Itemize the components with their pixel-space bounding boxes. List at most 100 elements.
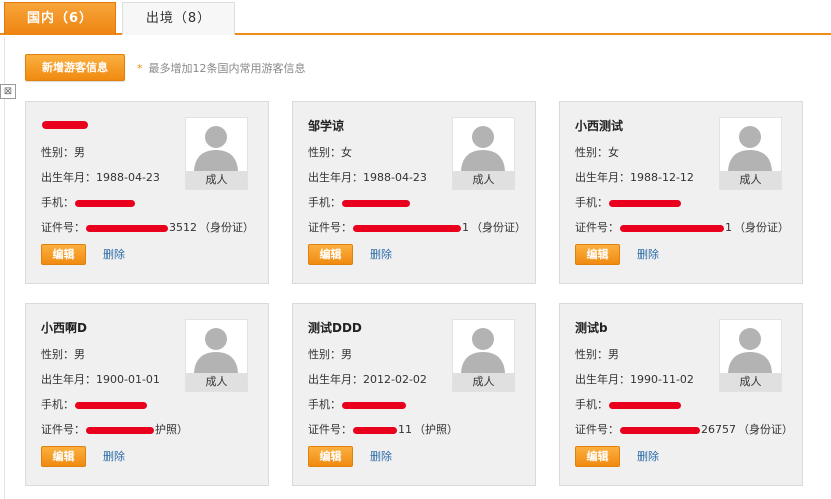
id-row: 证件号： 3512 （身份证） — [41, 219, 254, 235]
birth-label: 出生年月： — [308, 171, 363, 184]
delete-link[interactable]: 删除 — [370, 448, 392, 464]
id-type: （身份证） — [199, 221, 254, 234]
birth-value: 1988-04-23 — [96, 171, 160, 184]
traveler-name: 小西啊D — [41, 321, 87, 335]
birth-label: 出生年月： — [575, 171, 630, 184]
birth-row: 出生年月：1900-01-01 — [41, 371, 160, 387]
gender-label: 性别： — [41, 348, 74, 361]
traveler-card: 小西啊D 性别：男 出生年月：1900-01-01 手机： 证件号： 护照） 成人… — [25, 303, 269, 486]
gender-row: 性别：男 — [41, 144, 85, 160]
collapse-icon[interactable]: ⊠ — [0, 84, 16, 99]
id-label: 证件号： — [575, 221, 619, 234]
phone-label: 手机： — [41, 398, 74, 411]
phone-row: 手机： — [308, 194, 411, 210]
gender-row: 性别：男 — [308, 346, 352, 362]
birth-row: 出生年月：1988-04-23 — [308, 169, 427, 185]
traveler-card: 邹学谅 性别：女 出生年月：1988-04-23 手机： 证件号： 1 （身份证） … — [292, 101, 536, 284]
gender-row: 性别：女 — [308, 144, 352, 160]
avatar: 成人 — [719, 319, 782, 392]
name-redaction-mark — [42, 120, 88, 129]
tab-domestic[interactable]: 国内（6） — [4, 2, 116, 35]
tab-overseas[interactable]: 出境（8） — [122, 2, 235, 35]
gender-label: 性别： — [575, 348, 608, 361]
id-redaction-mark — [86, 224, 168, 232]
edit-button[interactable]: 编辑 — [41, 446, 86, 467]
traveler-card: 性别：男 出生年月：1988-04-23 手机： 证件号： 3512 （身份证） 成… — [25, 101, 269, 284]
id-value: 1 — [462, 221, 469, 234]
id-label: 证件号： — [308, 423, 352, 436]
person-icon — [728, 328, 772, 375]
id-row: 证件号： 11 （护照） — [308, 421, 458, 437]
passenger-type-label: 成人 — [186, 373, 247, 391]
id-row: 证件号： 护照） — [41, 421, 188, 437]
gender-row: 性别：男 — [41, 346, 85, 362]
person-icon — [194, 328, 238, 375]
birth-label: 出生年月： — [575, 373, 630, 386]
birth-value: 1988-12-12 — [630, 171, 694, 184]
id-type: （身份证） — [734, 221, 789, 234]
birth-value: 2012-02-02 — [363, 373, 427, 386]
traveler-name: 测试b — [575, 321, 608, 335]
edit-button[interactable]: 编辑 — [575, 446, 620, 467]
delete-link[interactable]: 删除 — [103, 448, 125, 464]
add-traveler-button[interactable]: 新增游客信息 — [25, 54, 125, 81]
phone-row: 手机： — [575, 396, 682, 412]
person-icon — [194, 126, 238, 173]
phone-label: 手机： — [308, 398, 341, 411]
phone-redaction-mark — [609, 401, 681, 409]
gender-value: 女 — [341, 146, 352, 159]
traveler-card: 小西测试 性别：女 出生年月：1988-12-12 手机： 证件号： 1 （身份证）… — [559, 101, 803, 284]
gender-label: 性别： — [308, 348, 341, 361]
phone-row: 手机： — [575, 194, 682, 210]
passenger-type-label: 成人 — [453, 373, 514, 391]
edit-button[interactable]: 编辑 — [575, 244, 620, 265]
gender-value: 男 — [341, 348, 352, 361]
gender-row: 性别：男 — [575, 346, 619, 362]
birth-row: 出生年月：1988-12-12 — [575, 169, 694, 185]
id-type: 护照） — [155, 423, 188, 436]
phone-label: 手机： — [308, 196, 341, 209]
birth-value: 1990-11-02 — [630, 373, 694, 386]
delete-link[interactable]: 删除 — [637, 246, 659, 262]
id-redaction-mark — [353, 224, 461, 232]
edit-button[interactable]: 编辑 — [308, 244, 353, 265]
id-type: （身份证） — [471, 221, 526, 234]
person-icon — [461, 328, 505, 375]
id-redaction-mark — [353, 426, 397, 434]
phone-label: 手机： — [41, 196, 74, 209]
passenger-type-label: 成人 — [720, 373, 781, 391]
id-row: 证件号： 1 （身份证） — [575, 219, 789, 235]
hint-text: 最多增加12条国内常用游客信息 — [148, 62, 306, 75]
id-redaction-mark — [86, 426, 154, 434]
phone-redaction-mark — [342, 199, 410, 207]
delete-link[interactable]: 删除 — [637, 448, 659, 464]
phone-redaction-mark — [75, 401, 147, 409]
traveler-card: 测试b 性别：男 出生年月：1990-11-02 手机： 证件号： 26757 （身… — [559, 303, 803, 486]
avatar: 成人 — [452, 319, 515, 392]
phone-redaction-mark — [342, 401, 406, 409]
phone-row: 手机： — [41, 194, 136, 210]
passenger-type-label: 成人 — [453, 171, 514, 189]
hint-star: * — [137, 62, 143, 75]
delete-link[interactable]: 删除 — [370, 246, 392, 262]
edit-button[interactable]: 编辑 — [41, 244, 86, 265]
person-icon — [461, 126, 505, 173]
id-label: 证件号： — [41, 221, 85, 234]
id-value: 11 — [398, 423, 412, 436]
birth-value: 1988-04-23 — [363, 171, 427, 184]
phone-row: 手机： — [308, 396, 407, 412]
passenger-type-label: 成人 — [720, 171, 781, 189]
edit-button[interactable]: 编辑 — [308, 446, 353, 467]
gender-label: 性别： — [41, 146, 74, 159]
birth-label: 出生年月： — [308, 373, 363, 386]
id-value: 1 — [725, 221, 732, 234]
delete-link[interactable]: 删除 — [103, 246, 125, 262]
birth-row: 出生年月：2012-02-02 — [308, 371, 427, 387]
id-label: 证件号： — [41, 423, 85, 436]
avatar: 成人 — [185, 117, 248, 190]
id-type: （身份证） — [738, 423, 793, 436]
id-row: 证件号： 26757 （身份证） — [575, 421, 793, 437]
avatar: 成人 — [185, 319, 248, 392]
phone-redaction-mark — [609, 199, 681, 207]
avatar: 成人 — [452, 117, 515, 190]
